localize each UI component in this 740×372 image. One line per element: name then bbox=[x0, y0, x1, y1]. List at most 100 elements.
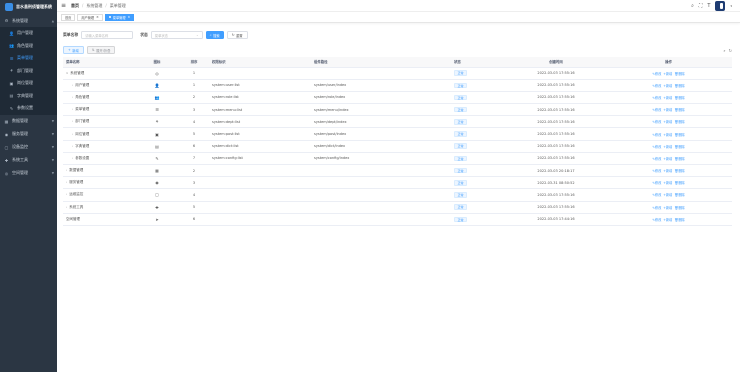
edit-link[interactable]: ✎修改 bbox=[652, 169, 661, 173]
add-link[interactable]: +新增 bbox=[663, 218, 672, 222]
delete-link[interactable]: 🗑删除 bbox=[674, 96, 684, 100]
edit-link[interactable]: ✎修改 bbox=[652, 108, 661, 112]
chevron-right-icon[interactable]: › bbox=[72, 107, 73, 111]
menu-name-cell: › 角色管理 bbox=[63, 91, 135, 105]
avatar[interactable] bbox=[715, 0, 726, 11]
add-link[interactable]: +新增 bbox=[663, 120, 672, 124]
menu-name-input[interactable]: 请输入菜单名称 bbox=[81, 31, 134, 39]
dept-icon: ⚘ bbox=[9, 68, 14, 74]
chevron-right-icon[interactable]: › bbox=[66, 192, 67, 196]
delete-link[interactable]: 🗑删除 bbox=[674, 193, 684, 197]
fullscreen-icon[interactable]: ⛶ bbox=[699, 3, 703, 9]
perm-cell: system:menu:list bbox=[209, 103, 311, 117]
hamburger-icon[interactable]: ≡ bbox=[61, 2, 66, 9]
tag-menu[interactable]: 菜单管理 × bbox=[104, 13, 135, 21]
delete-link[interactable]: 🗑删除 bbox=[674, 206, 684, 210]
op-label: 删除 bbox=[678, 71, 685, 76]
edit-link[interactable]: ✎修改 bbox=[652, 145, 661, 149]
font-size-icon[interactable]: T bbox=[707, 3, 710, 9]
add-link[interactable]: +新增 bbox=[663, 145, 672, 149]
chevron-right-icon[interactable]: › bbox=[66, 168, 67, 172]
time-cell: 2022-03-03 17:55:16 bbox=[507, 115, 605, 129]
tag-user[interactable]: 用户管理 × bbox=[77, 13, 103, 21]
chevron-right-icon[interactable]: › bbox=[72, 156, 73, 160]
sidebar-item[interactable]: ⚙ 系统管理 ▲ bbox=[0, 14, 57, 27]
sidebar-item[interactable]: ⚘ 部门管理 bbox=[0, 64, 57, 77]
chevron-right-icon[interactable]: › bbox=[72, 95, 73, 99]
status-select[interactable]: 菜单状态 ⌄ bbox=[150, 31, 203, 39]
status-cell: 正常 bbox=[451, 91, 507, 105]
breadcrumb-item[interactable]: 首页 bbox=[71, 3, 79, 9]
sort-cell: 2 bbox=[179, 91, 209, 105]
delete-link[interactable]: 🗑删除 bbox=[674, 84, 684, 88]
delete-link[interactable]: 🗑删除 bbox=[674, 218, 684, 222]
edit-link[interactable]: ✎修改 bbox=[652, 72, 661, 76]
expand-collapse-button[interactable]: ⇅ 展开/折叠 bbox=[86, 46, 116, 54]
delete-link[interactable]: 🗑删除 bbox=[674, 169, 684, 173]
search-toggle-icon[interactable]: ⌕ bbox=[723, 48, 725, 53]
sidebar-item[interactable]: 👤 用户管理 bbox=[0, 27, 57, 40]
sidebar-item[interactable]: ✚ 系统工具 ▼ bbox=[0, 154, 57, 167]
chevron-right-icon[interactable]: › bbox=[72, 132, 73, 136]
add-link[interactable]: +新增 bbox=[663, 108, 672, 112]
sidebar-item[interactable]: ☰ 菜单管理 bbox=[0, 52, 57, 65]
edit-link[interactable]: ✎修改 bbox=[652, 133, 661, 137]
close-icon[interactable]: × bbox=[96, 15, 99, 19]
chevron-right-icon[interactable]: › bbox=[72, 119, 73, 123]
delete-link[interactable]: 🗑删除 bbox=[674, 108, 684, 112]
edit-link[interactable]: ✎修改 bbox=[652, 181, 661, 185]
sidebar-item[interactable]: ▤ 字典管理 bbox=[0, 89, 57, 102]
op-label: 新增 bbox=[665, 71, 673, 76]
delete-link[interactable]: 🗑删除 bbox=[674, 72, 684, 76]
search-button[interactable]: ⌕ 搜索 bbox=[205, 31, 224, 39]
edit-link[interactable]: ✎修改 bbox=[652, 193, 661, 197]
chevron-down-icon[interactable]: ▾ bbox=[730, 4, 732, 8]
perm-cell bbox=[209, 164, 311, 178]
sidebar-item[interactable]: ▦ 数据管理 ▼ bbox=[0, 115, 57, 128]
sidebar-item[interactable]: ✎ 参数设置 bbox=[0, 102, 57, 115]
add-link[interactable]: +新增 bbox=[663, 193, 672, 197]
delete-link[interactable]: 🗑删除 bbox=[674, 145, 684, 149]
op-label: 删除 bbox=[678, 156, 685, 161]
sidebar-item[interactable]: ◎ 空间管理 ▼ bbox=[0, 167, 57, 180]
refresh-icon[interactable]: ↻ bbox=[729, 48, 732, 53]
add-link[interactable]: +新增 bbox=[663, 133, 672, 137]
add-link[interactable]: +新增 bbox=[663, 96, 672, 100]
delete-link[interactable]: 🗑删除 bbox=[674, 133, 684, 137]
edit-link[interactable]: ✎修改 bbox=[652, 84, 661, 88]
sort-cell: 6 bbox=[179, 140, 209, 153]
add-link[interactable]: +新增 bbox=[663, 84, 672, 88]
add-button[interactable]: + 新增 bbox=[63, 46, 84, 54]
add-link[interactable]: +新增 bbox=[663, 169, 672, 173]
icon-cell: ⚘ bbox=[135, 115, 179, 129]
edit-link[interactable]: ✎修改 bbox=[652, 120, 661, 124]
edit-link[interactable]: ✎修改 bbox=[652, 157, 661, 161]
sidebar-item[interactable]: ▣ 岗位管理 bbox=[0, 77, 57, 90]
chevron-right-icon[interactable]: › bbox=[72, 83, 73, 87]
add-link[interactable]: +新增 bbox=[663, 206, 672, 210]
op-label: 删除 bbox=[678, 132, 685, 137]
add-link[interactable]: +新增 bbox=[663, 157, 672, 161]
search-icon[interactable]: ⌕ bbox=[691, 3, 694, 9]
chevron-right-icon[interactable]: › bbox=[66, 205, 67, 209]
chevron-right-icon[interactable]: › bbox=[66, 180, 67, 184]
sort-cell: 1 bbox=[179, 67, 209, 80]
sidebar-item[interactable]: ◉ 服务管理 ▼ bbox=[0, 128, 57, 141]
delete-link[interactable]: 🗑删除 bbox=[674, 181, 684, 185]
edit-link[interactable]: ✎修改 bbox=[652, 218, 661, 222]
edit-link[interactable]: ✎修改 bbox=[652, 96, 661, 100]
chevron-down-icon[interactable]: ∨ bbox=[66, 71, 68, 75]
chevron-right-icon[interactable]: › bbox=[72, 144, 73, 148]
reset-button[interactable]: ↻ 重置 bbox=[226, 31, 248, 39]
tag-home[interactable]: 首页 bbox=[61, 13, 76, 21]
add-link[interactable]: +新增 bbox=[663, 72, 672, 76]
add-link[interactable]: +新增 bbox=[663, 181, 672, 185]
close-icon[interactable]: × bbox=[128, 15, 131, 19]
perm-cell: system:dept:list bbox=[209, 115, 311, 129]
delete-link[interactable]: 🗑删除 bbox=[674, 120, 684, 124]
edit-link[interactable]: ✎修改 bbox=[652, 206, 661, 210]
delete-link[interactable]: 🗑删除 bbox=[674, 157, 684, 161]
sidebar-item[interactable]: ▢ 设备监控 ▼ bbox=[0, 141, 57, 154]
ops-cell: ✎修改 +新增 🗑删除 bbox=[605, 115, 732, 129]
sidebar-item[interactable]: 👥 角色管理 bbox=[0, 39, 57, 52]
